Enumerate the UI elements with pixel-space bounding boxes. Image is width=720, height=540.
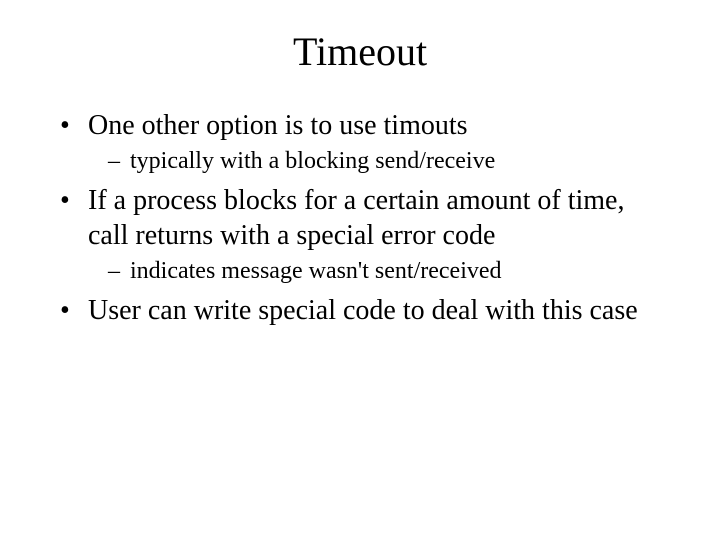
bullet-text: One other option is to use timouts — [88, 110, 468, 141]
bullet-text: If a process blocks for a certain amount… — [88, 185, 624, 250]
sub-bullet-text: indicates message wasn't sent/received — [130, 258, 502, 284]
bullet-list: One other option is to use timouts typic… — [60, 109, 660, 328]
list-item: If a process blocks for a certain amount… — [60, 184, 660, 286]
list-item: User can write special code to deal with… — [60, 294, 660, 328]
slide-title: Timeout — [60, 28, 660, 75]
bullet-text: User can write special code to deal with… — [88, 295, 638, 326]
sub-bullet-list: indicates message wasn't sent/received — [108, 257, 660, 286]
sub-bullet-list: typically with a blocking send/receive — [108, 147, 660, 176]
list-item: indicates message wasn't sent/received — [108, 257, 660, 286]
list-item: One other option is to use timouts typic… — [60, 109, 660, 176]
list-item: typically with a blocking send/receive — [108, 147, 660, 176]
sub-bullet-text: typically with a blocking send/receive — [130, 148, 495, 174]
